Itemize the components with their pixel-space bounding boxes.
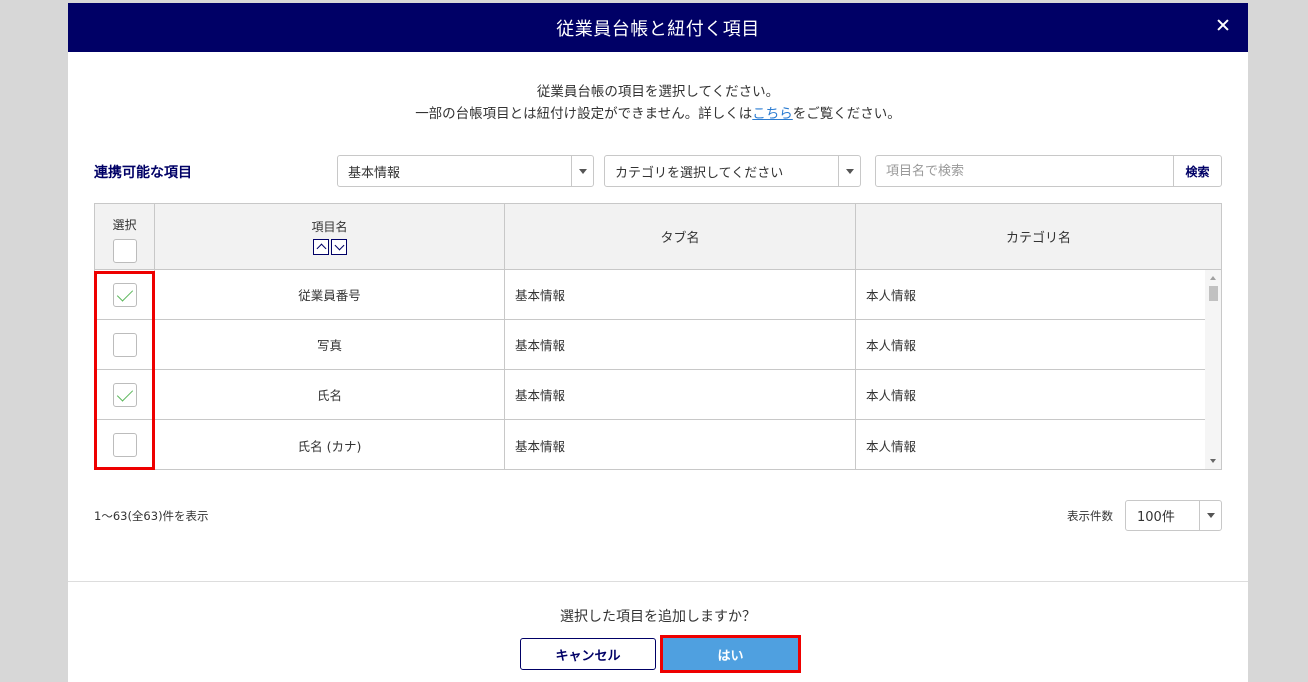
category-cell: 本人情報 xyxy=(866,388,917,403)
per-page-label: 表示件数 xyxy=(1067,509,1113,523)
name-cell: 写真 xyxy=(155,320,505,369)
table-row: 氏名 (カナ) 基本情報 本人情報 xyxy=(95,420,1207,469)
column-header-name: 項目名 xyxy=(155,204,505,269)
category-select[interactable]: カテゴリを選択してください xyxy=(604,155,861,187)
column-header-tab: タブ名 xyxy=(505,204,856,269)
search-input[interactable] xyxy=(876,156,1173,186)
row-checkbox[interactable] xyxy=(112,282,137,307)
per-page-value: 100件 xyxy=(1137,510,1175,525)
dialog-header: 従業員台帳と紐付く項目 xyxy=(68,3,1248,52)
select-cell xyxy=(95,270,155,319)
tab-cell: 基本情報 xyxy=(505,370,856,419)
category-cell: 本人情報 xyxy=(866,338,917,353)
category-cell: 本人情報 xyxy=(866,438,917,454)
table-scrollbar[interactable] xyxy=(1205,270,1221,469)
table-row: 写真 基本情報 本人情報 xyxy=(95,320,1207,370)
column-header-category: カテゴリ名 xyxy=(856,204,1221,269)
scroll-up-icon[interactable] xyxy=(1210,276,1216,280)
tab-select[interactable]: 基本情報 xyxy=(337,155,594,187)
scroll-thumb[interactable] xyxy=(1209,286,1218,301)
sort-controls xyxy=(312,239,347,255)
table-header: 選択 項目名 タブ名 カテゴリ名 xyxy=(95,204,1221,270)
row-checkbox[interactable] xyxy=(112,382,137,407)
description-line-1: 従業員台帳の項目を選択してください。 xyxy=(536,84,780,100)
select-cell xyxy=(95,370,155,419)
category-header-label: カテゴリ名 xyxy=(1005,231,1071,246)
sort-ascending-icon[interactable] xyxy=(312,239,329,255)
select-all-checkbox[interactable] xyxy=(112,239,137,263)
tab-cell: 基本情報 xyxy=(505,320,856,369)
description-text-after: をご覧ください。 xyxy=(792,106,901,122)
select-cell xyxy=(95,420,155,469)
scroll-down-icon[interactable] xyxy=(1210,459,1216,463)
row-checkbox[interactable] xyxy=(112,332,137,357)
result-count: 1〜63(全63)件を表示 xyxy=(94,509,209,523)
confirm-message: 選択した項目を追加しますか？ xyxy=(560,609,756,625)
name-cell: 氏名 (カナ) xyxy=(155,420,505,469)
tab-cell: 基本情報 xyxy=(505,420,856,469)
available-items-label: 連携可能な項目 xyxy=(94,165,192,181)
row-checkbox[interactable] xyxy=(112,433,137,457)
help-link[interactable]: こちら xyxy=(752,106,793,122)
yes-button[interactable]: はい xyxy=(660,635,801,673)
category-cell: 本人情報 xyxy=(866,288,917,303)
table-body: 従業員番号 基本情報 本人情報 写真 基本情報 本人情報 氏名 基本情報 本人情… xyxy=(95,270,1207,469)
category-select-value: カテゴリを選択してください xyxy=(615,165,784,181)
chevron-down-icon xyxy=(571,156,593,186)
dialog-footer: 選択した項目を追加しますか？ キャンセル はい xyxy=(68,581,1248,682)
name-cell: 従業員番号 xyxy=(155,270,505,319)
select-cell xyxy=(95,320,155,369)
name-cell: 氏名 xyxy=(155,370,505,419)
dialog: 従業員台帳と紐付く項目 従業員台帳の項目を選択してください。 一部の台帳項目とは… xyxy=(68,3,1248,682)
table-row: 氏名 基本情報 本人情報 xyxy=(95,370,1207,420)
dialog-title: 従業員台帳と紐付く項目 xyxy=(556,18,760,40)
close-icon[interactable] xyxy=(1212,14,1234,36)
description-line-2: 一部の台帳項目とは紐付け設定ができません。詳しくはこちらをご覧ください。 xyxy=(68,103,1248,125)
chevron-down-icon xyxy=(838,156,860,186)
cancel-button[interactable]: キャンセル xyxy=(520,638,656,670)
tab-select-value: 基本情報 xyxy=(348,165,401,181)
tab-cell: 基本情報 xyxy=(505,270,856,319)
search-button[interactable]: 検索 xyxy=(1173,156,1221,186)
sort-descending-icon[interactable] xyxy=(330,239,347,255)
chevron-down-icon xyxy=(1199,501,1221,530)
description-text-before: 一部の台帳項目とは紐付け設定ができません。詳しくは xyxy=(415,106,753,122)
filter-bar: 連携可能な項目 基本情報 カテゴリを選択してください 検索 xyxy=(94,155,1222,187)
name-header-label: 項目名 xyxy=(311,220,348,234)
dialog-description: 従業員台帳の項目を選択してください。 一部の台帳項目とは紐付け設定ができません。… xyxy=(68,81,1248,125)
items-table: 選択 項目名 タブ名 カテゴリ名 従業員番号 基本情報 本人情報 写真 基本情報… xyxy=(94,203,1222,470)
column-header-select: 選択 xyxy=(95,204,155,269)
tab-header-label: タブ名 xyxy=(660,231,700,246)
select-header-label: 選択 xyxy=(112,218,137,232)
per-page-select[interactable]: 100件 xyxy=(1125,500,1222,531)
table-row: 従業員番号 基本情報 本人情報 xyxy=(95,270,1207,320)
search-box: 検索 xyxy=(875,155,1222,187)
